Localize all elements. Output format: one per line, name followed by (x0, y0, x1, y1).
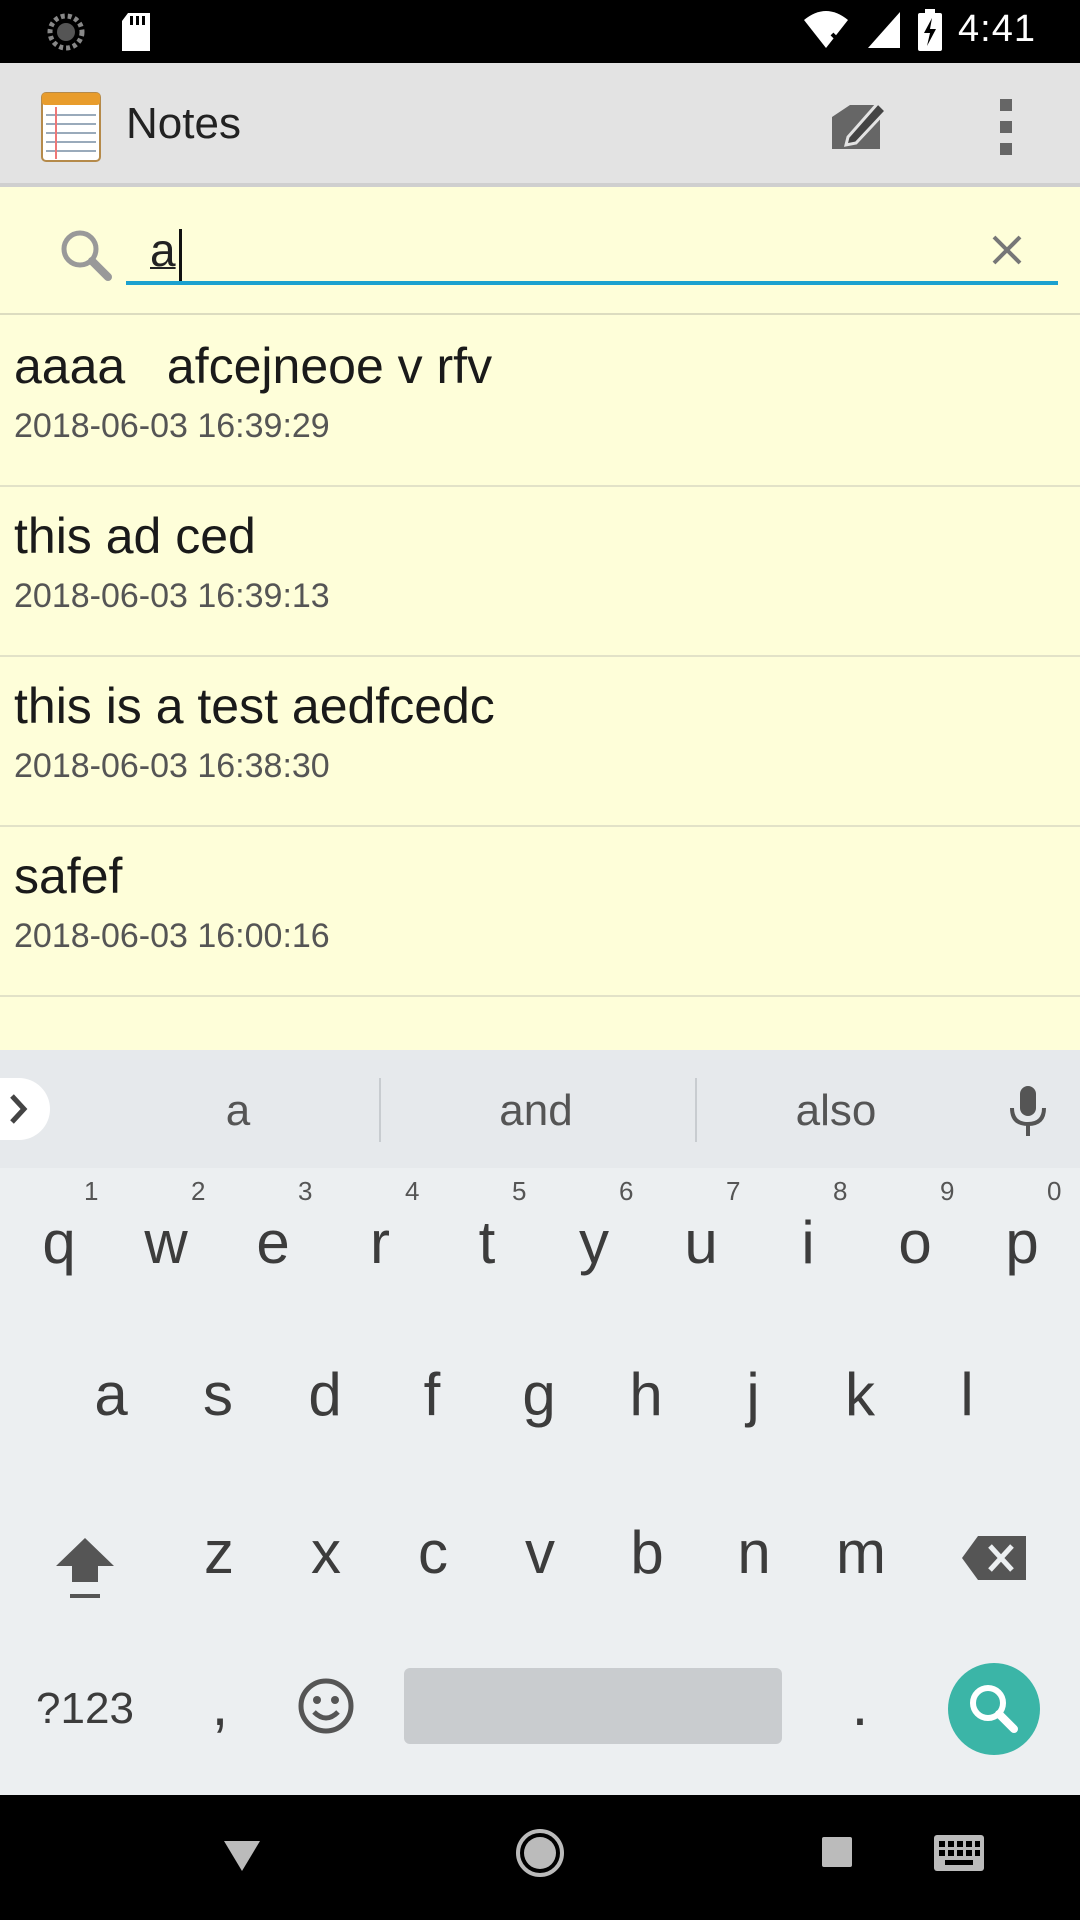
key-j[interactable]: j (708, 1360, 798, 1429)
keyboard-switch-icon[interactable] (932, 1833, 986, 1873)
note-date: 2018-06-03 16:38:30 (14, 747, 330, 785)
key-o[interactable]: o (870, 1208, 960, 1277)
key-m[interactable]: m (816, 1518, 906, 1587)
key-l[interactable]: l (922, 1360, 1012, 1429)
new-note-icon[interactable] (828, 95, 888, 155)
backspace-key[interactable] (960, 1528, 1030, 1588)
note-list-item[interactable]: aaaa afcejneoe v rfv 2018-06-03 16:39:29 (0, 317, 1080, 487)
key-hint: 0 (1047, 1176, 1062, 1206)
emoji-key[interactable] (296, 1676, 356, 1736)
microphone-icon[interactable] (1008, 1084, 1048, 1140)
key-hint: 8 (833, 1176, 848, 1206)
note-date: 2018-06-03 16:39:13 (14, 577, 330, 615)
note-title: safef (14, 848, 123, 904)
key-hint: 2 (191, 1176, 206, 1206)
key-x[interactable]: x (281, 1518, 371, 1587)
home-icon[interactable] (514, 1827, 566, 1879)
space-key[interactable] (404, 1668, 782, 1744)
note-date: 2018-06-03 16:00:16 (14, 917, 330, 955)
notepad-app-icon (41, 92, 101, 162)
key-g[interactable]: g (494, 1360, 584, 1429)
shift-key[interactable] (50, 1530, 120, 1610)
key-p[interactable]: p (977, 1208, 1067, 1277)
search-icon (970, 1685, 1018, 1733)
suggestion-divider (695, 1078, 697, 1142)
note-title: aaaa afcejneoe v rfv (14, 338, 493, 394)
notes-content: a aaaa afcejneoe v rfv 2018-06-03 16:39:… (0, 187, 1080, 1050)
suggestion-divider (379, 1078, 381, 1142)
key-f[interactable]: f (387, 1360, 477, 1429)
key-hint: 4 (405, 1176, 420, 1206)
soft-keyboard: a and also ?123 , . q 1 w 2 e 3 r 4 t 5 … (0, 1050, 1080, 1795)
key-y[interactable]: y (549, 1208, 639, 1277)
search-input[interactable]: a (126, 215, 1058, 285)
key-hint: 1 (84, 1176, 99, 1206)
search-query: a (150, 224, 176, 276)
search-bar: a (0, 187, 1080, 315)
status-clock: 4:41 (958, 8, 1036, 50)
key-i[interactable]: i (763, 1208, 853, 1277)
key-b[interactable]: b (602, 1518, 692, 1587)
app-title: Notes (126, 99, 241, 148)
key-r[interactable]: r (335, 1208, 425, 1277)
suggestion-2[interactable]: and (456, 1086, 616, 1136)
period-key[interactable]: . (830, 1670, 890, 1739)
key-t[interactable]: t (442, 1208, 532, 1277)
suggestion-1[interactable]: a (158, 1086, 318, 1136)
key-a[interactable]: a (66, 1360, 156, 1429)
overflow-menu-icon[interactable] (988, 97, 1024, 157)
clear-search-button[interactable] (972, 215, 1042, 285)
note-list-item[interactable]: this is a test aedfcedc 2018-06-03 16:38… (0, 657, 1080, 827)
suggestion-3[interactable]: also (756, 1086, 916, 1136)
search-action-key[interactable] (948, 1663, 1040, 1755)
battery-charging-icon (918, 8, 943, 51)
key-h[interactable]: h (601, 1360, 691, 1429)
chevron-right-icon (10, 1094, 28, 1124)
note-date: 2018-06-03 16:39:29 (14, 407, 330, 445)
suggestion-strip: a and also (0, 1050, 1080, 1168)
key-q[interactable]: q (14, 1208, 104, 1277)
recents-icon[interactable] (820, 1835, 854, 1869)
action-bar: Notes (0, 63, 1080, 187)
note-title: this is a test aedfcedc (14, 678, 495, 734)
sync-icon (47, 13, 85, 51)
key-k[interactable]: k (815, 1360, 905, 1429)
key-u[interactable]: u (656, 1208, 746, 1277)
status-bar: 4:41 (0, 0, 1080, 63)
search-icon (61, 230, 112, 281)
back-icon[interactable] (220, 1835, 264, 1875)
key-e[interactable]: e (228, 1208, 318, 1277)
note-list-item[interactable]: this ad ced 2018-06-03 16:39:13 (0, 487, 1080, 657)
note-list-item[interactable]: safef 2018-06-03 16:00:16 (0, 827, 1080, 997)
note-title: this ad ced (14, 508, 256, 564)
wifi-off-icon (804, 10, 849, 48)
comma-key[interactable]: , (190, 1670, 250, 1739)
key-w[interactable]: w (121, 1208, 211, 1277)
text-caret (179, 229, 182, 281)
expand-toolbar-button[interactable] (0, 1078, 50, 1140)
key-hint: 3 (298, 1176, 313, 1206)
key-c[interactable]: c (388, 1518, 478, 1587)
key-s[interactable]: s (173, 1360, 263, 1429)
clear-icon (992, 235, 1022, 265)
navigation-bar (0, 1795, 1080, 1920)
key-hint: 6 (619, 1176, 634, 1206)
backspace-icon (962, 1536, 1026, 1580)
key-z[interactable]: z (174, 1518, 264, 1587)
key-v[interactable]: v (495, 1518, 585, 1587)
key-d[interactable]: d (280, 1360, 370, 1429)
shift-icon (56, 1538, 114, 1598)
sd-card-icon (122, 13, 150, 51)
key-hint: 9 (940, 1176, 955, 1206)
symbols-key[interactable]: ?123 (20, 1684, 150, 1734)
key-hint: 5 (512, 1176, 527, 1206)
key-n[interactable]: n (709, 1518, 799, 1587)
emoji-icon (298, 1678, 354, 1734)
key-hint: 7 (726, 1176, 741, 1206)
signal-icon (868, 11, 901, 48)
